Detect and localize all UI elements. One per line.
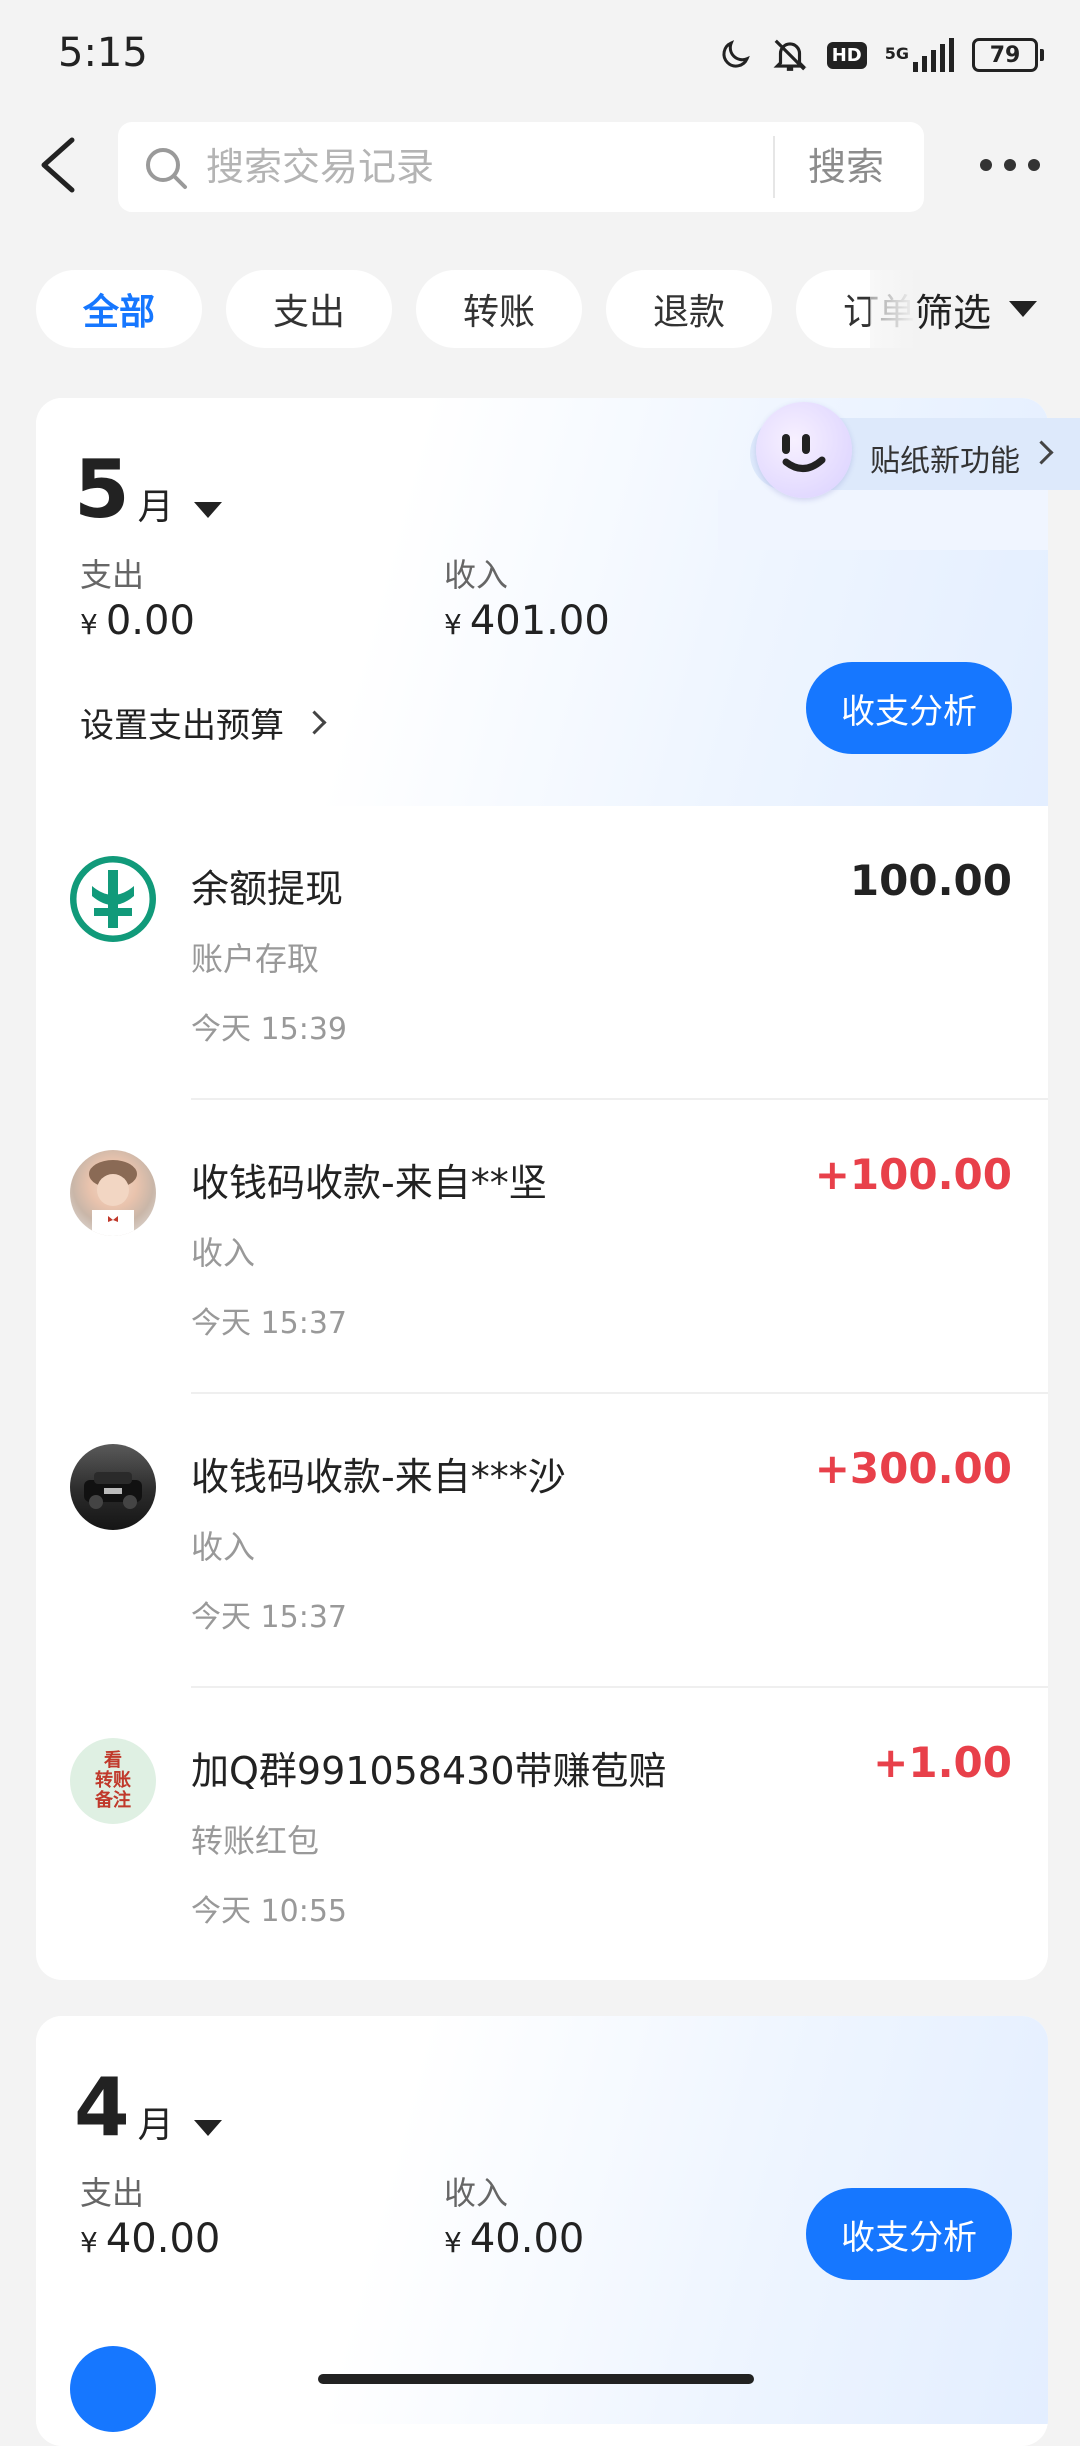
user-avatar	[70, 1150, 156, 1236]
transaction-title: 余额提现	[191, 867, 344, 911]
caret-down-icon	[1009, 301, 1038, 317]
chevron-left-icon	[41, 137, 75, 193]
moon-icon	[722, 40, 750, 68]
month-unit: 月	[137, 2105, 174, 2146]
note-avatar: 看 转账 备注	[70, 1738, 156, 1824]
transaction-time: 今天 10:55	[191, 1894, 347, 1929]
search-button[interactable]: 搜索	[808, 122, 884, 212]
transaction-category: 收入	[191, 1234, 256, 1272]
transaction-category: 转账红包	[191, 1822, 320, 1860]
income-value: ¥401.00	[444, 598, 610, 644]
transaction-amount: +1.00	[873, 1738, 1012, 1787]
battery-icon: 79	[972, 38, 1044, 72]
expense-value: ¥0.00	[80, 598, 195, 644]
expense-value: ¥40.00	[80, 2216, 221, 2262]
battery-level: 79	[972, 38, 1038, 72]
transaction-title: 收钱码收款-来自**坚	[191, 1161, 547, 1205]
back-button[interactable]	[28, 130, 92, 200]
bell-muted-icon	[773, 39, 807, 71]
month-selector[interactable]: 4 月	[74, 2068, 222, 2148]
transaction-row[interactable]: 收钱码收款-来自***沙 收入 今天 15:37 +300.00	[36, 1394, 1048, 1688]
transaction-row[interactable]: 余额提现 账户存取 今天 15:39 100.00	[36, 806, 1048, 1100]
caret-down-icon	[193, 2120, 222, 2136]
avatar-text: 看 转账 备注	[95, 1750, 131, 1811]
transaction-category: 账户存取	[191, 940, 320, 978]
month-number: 5	[74, 443, 130, 536]
filter-chip-refund[interactable]: 退款	[606, 270, 772, 348]
income-value: ¥40.00	[444, 2216, 585, 2262]
expense-label: 支出	[80, 2174, 145, 2212]
month-card-may: 5 月 支出 ¥0.00 收入 ¥401.00 设置支出预算 收支分析 余额提现…	[36, 398, 1048, 1980]
next-transaction-avatar	[70, 2346, 156, 2432]
transaction-category: 收入	[191, 1528, 256, 1566]
expense-label: 支出	[80, 556, 145, 594]
home-indicator[interactable]	[318, 2374, 754, 2384]
analysis-button[interactable]: 收支分析	[806, 2188, 1012, 2280]
signal-icon	[913, 38, 954, 72]
sticker-feature-label: 贴纸新功能	[870, 444, 1020, 479]
bank-logo-icon	[70, 856, 156, 942]
transaction-row[interactable]: 收钱码收款-来自**坚 收入 今天 15:37 +100.00	[36, 1100, 1048, 1394]
month-unit: 月	[137, 487, 174, 528]
filter-button[interactable]: 筛选	[870, 265, 1080, 353]
transaction-amount: +300.00	[814, 1444, 1012, 1493]
transaction-amount: 100.00	[849, 856, 1012, 905]
sticker-mascot-icon	[756, 402, 852, 498]
transaction-time: 今天 15:37	[191, 1306, 347, 1341]
transaction-time: 今天 15:37	[191, 1600, 347, 1635]
analysis-button[interactable]: 收支分析	[806, 662, 1012, 754]
car-avatar	[70, 1444, 156, 1530]
transaction-row[interactable]: 看 转账 备注 加Q群991058430带赚苞赔 转账红包 今天 10:55 +…	[36, 1688, 1048, 1980]
chevron-right-icon	[302, 710, 327, 735]
status-icons: HD 5G 79	[717, 30, 1044, 80]
search-icon	[146, 148, 187, 189]
search-input[interactable]	[206, 122, 806, 212]
transaction-title: 收钱码收款-来自***沙	[191, 1455, 566, 1499]
search-divider	[773, 136, 775, 198]
filter-chip-expense[interactable]: 支出	[226, 270, 392, 348]
filter-chip-transfer[interactable]: 转账	[416, 270, 582, 348]
card-curve	[718, 490, 1048, 550]
filter-chip-all[interactable]: 全部	[36, 270, 202, 348]
search-bar: 搜索	[118, 122, 924, 212]
hd-badge: HD	[826, 41, 867, 69]
network-type: 5G	[884, 44, 909, 63]
budget-link[interactable]: 设置支出预算	[80, 698, 327, 747]
transaction-amount: +100.00	[814, 1150, 1012, 1199]
more-options-button[interactable]	[980, 150, 1050, 180]
transaction-time: 今天 15:39	[191, 1012, 347, 1047]
status-time: 5:15	[58, 30, 148, 76]
filter-label: 筛选	[915, 290, 992, 335]
income-label: 收入	[444, 2174, 509, 2212]
caret-down-icon	[193, 502, 222, 518]
month-number: 4	[74, 2061, 130, 2154]
transaction-title: 加Q群991058430带赚苞赔	[191, 1749, 667, 1793]
month-selector[interactable]: 5 月	[74, 450, 222, 530]
budget-link-label: 设置支出预算	[80, 706, 284, 746]
income-label: 收入	[444, 556, 509, 594]
